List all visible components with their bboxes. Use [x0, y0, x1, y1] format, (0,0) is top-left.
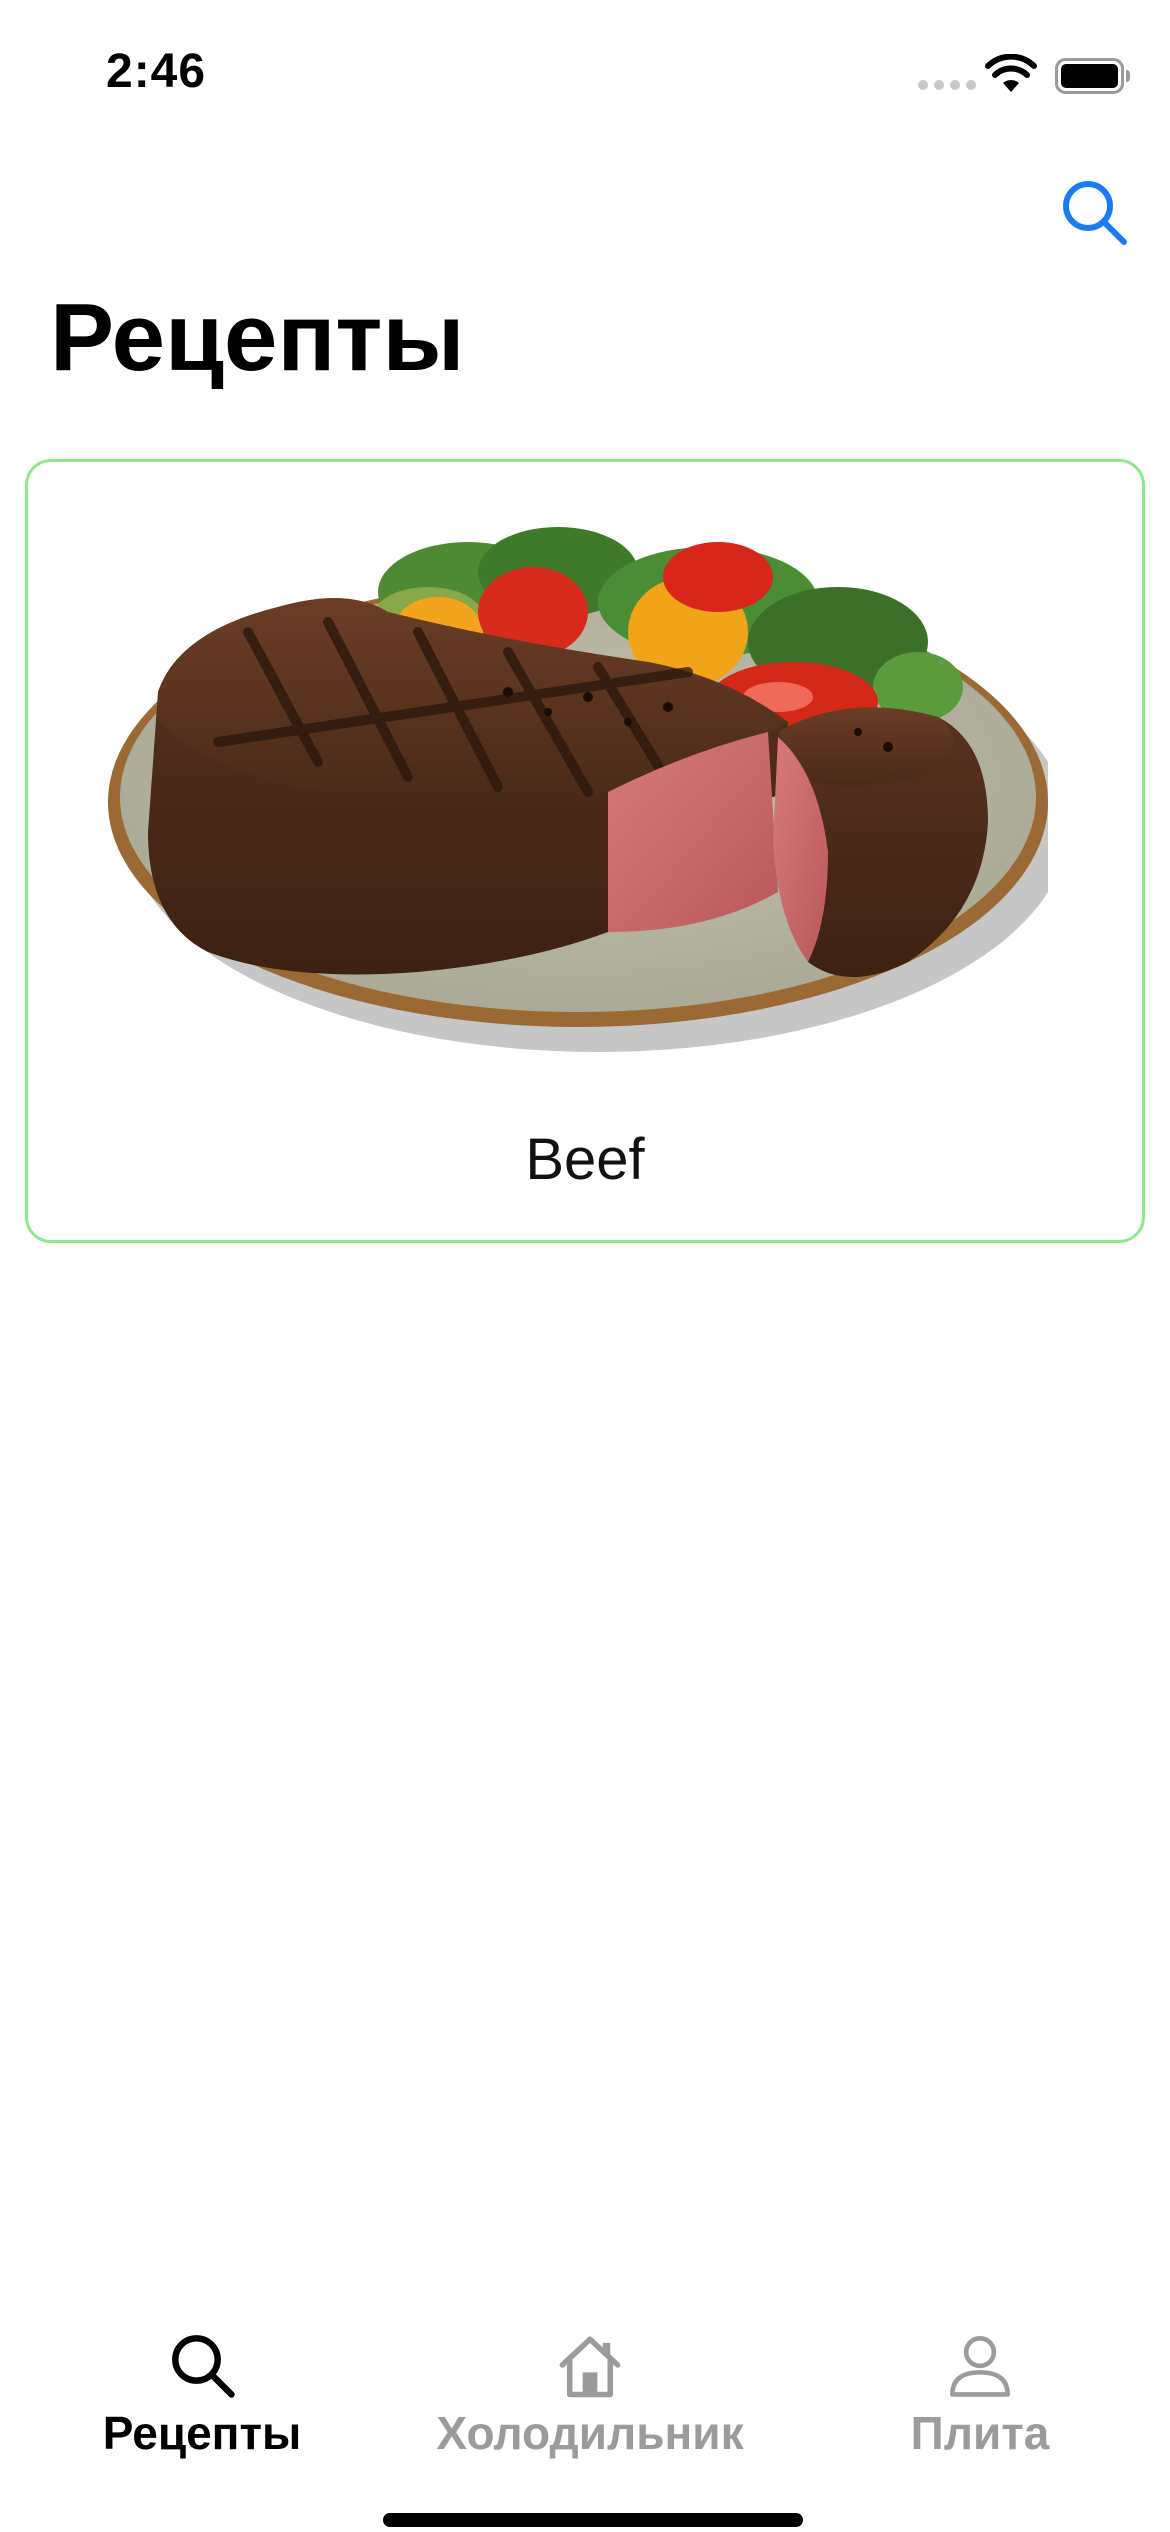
page-title: Рецепты	[50, 284, 465, 391]
recipe-card[interactable]: Beef	[25, 459, 1145, 1243]
search-icon	[1063, 181, 1127, 245]
wifi-icon	[985, 54, 1037, 92]
tab-bar: Рецепты Холодильник Плита	[0, 2300, 1170, 2460]
tab-fridge[interactable]: Холодильник	[410, 2300, 770, 2460]
battery-icon	[1055, 58, 1130, 94]
status-bar: 2:46	[0, 0, 1170, 140]
recipe-image	[108, 527, 1048, 1052]
search-button[interactable]	[1058, 176, 1130, 248]
status-time: 2:46	[106, 45, 207, 98]
house-icon	[559, 2336, 621, 2398]
home-indicator[interactable]	[383, 2513, 803, 2527]
tab-label: Рецепты	[102, 2407, 302, 2459]
tab-label: Плита	[910, 2407, 1050, 2459]
tab-label: Холодильник	[436, 2407, 744, 2459]
person-icon	[950, 2335, 1010, 2397]
recipe-name: Beef	[525, 1127, 645, 1192]
tab-stove[interactable]: Плита	[880, 2300, 1080, 2460]
cellular-signal-icon	[918, 80, 976, 90]
search-icon	[172, 2335, 235, 2398]
tab-recipes[interactable]: Рецепты	[88, 2300, 316, 2460]
